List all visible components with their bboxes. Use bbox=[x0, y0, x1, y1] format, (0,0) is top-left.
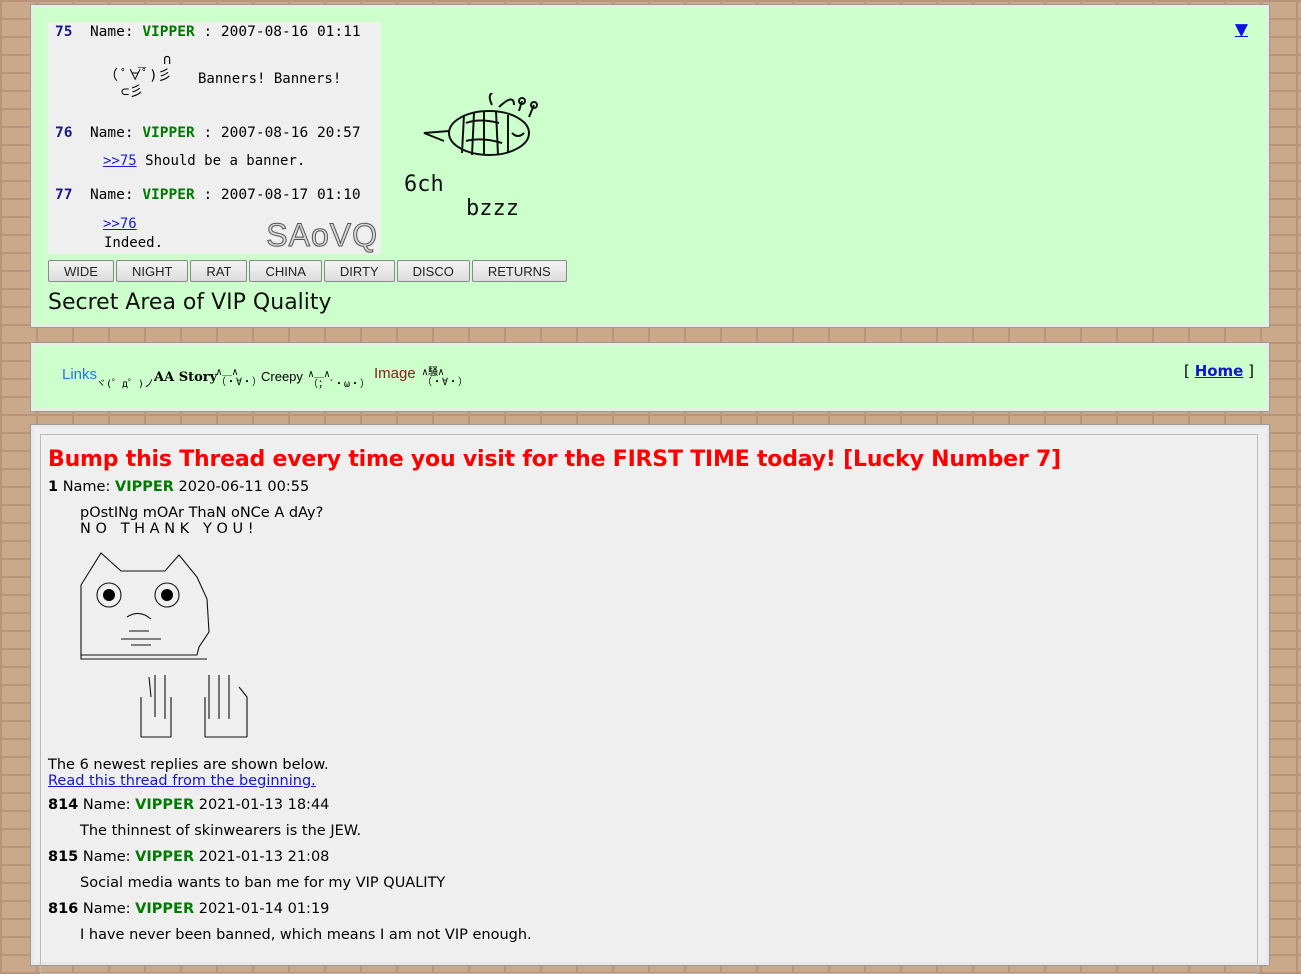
banner-excerpt: 75 Name: VIPPER : 2007-08-16 01:11 _ ∩ （… bbox=[48, 22, 381, 254]
post-body: I have never been banned, which means I … bbox=[80, 927, 532, 943]
style-rat-button[interactable]: RAT bbox=[190, 260, 248, 282]
nav-image-link[interactable]: Image bbox=[374, 365, 416, 382]
board-nav-panel: Links ヾ(゜д゜)ノﾞ AA Story ∧＿∧ （・∀・） Creepy… bbox=[30, 342, 1270, 412]
style-dirty-button[interactable]: DIRTY bbox=[323, 260, 395, 282]
site-title: Secret Area of VIP Quality bbox=[48, 290, 332, 315]
op-text: pOstINg mOAr ThaN oNCe A dAy? N O T H A … bbox=[80, 505, 324, 537]
quote-link[interactable]: >>76 bbox=[103, 216, 137, 232]
nav-aa-story-aa: ∧＿∧ （・∀・） bbox=[216, 367, 263, 388]
saovq-logo: SAoVQ bbox=[266, 217, 378, 254]
scroll-down-arrow-icon[interactable]: ▼ bbox=[1235, 20, 1248, 40]
nav-aa-story-link[interactable]: AA Story bbox=[154, 370, 217, 385]
style-wide-button[interactable]: WIDE bbox=[48, 260, 114, 282]
banner-post-header: 77 Name: VIPPER : 2007-08-17 01:10 bbox=[55, 187, 361, 203]
style-returns-button[interactable]: RETURNS bbox=[471, 260, 567, 282]
post-header: 816 Name: VIPPER 2021-01-14 01:19 bbox=[48, 901, 330, 917]
thread: Bump this Thread every time you visit fo… bbox=[40, 434, 1258, 974]
bee-caption-right: bzzz bbox=[466, 196, 519, 221]
banner-post-body: >>75 Should be a banner. bbox=[103, 153, 306, 169]
style-china-button[interactable]: CHINA bbox=[249, 260, 322, 282]
style-switcher: WIDE NIGHT RAT CHINA DIRTY DISCO RETURNS bbox=[48, 260, 569, 282]
thread-panel: Bump this Thread every time you visit fo… bbox=[30, 424, 1270, 974]
post-header: 814 Name: VIPPER 2021-01-13 18:44 bbox=[48, 797, 330, 813]
read-from-beginning-link[interactable]: Read this thread from the beginning. bbox=[48, 773, 316, 789]
banner-post-text: Indeed. bbox=[104, 235, 164, 251]
home-link[interactable]: Home bbox=[1195, 362, 1244, 380]
banner-post-text: Banners! Banners! bbox=[198, 71, 342, 87]
nav-creepy-link[interactable]: Creepy bbox=[261, 369, 303, 384]
style-night-button[interactable]: NIGHT bbox=[115, 260, 189, 282]
bee-drawing: 6ch bzzz bbox=[404, 93, 538, 221]
quote-link[interactable]: >>75 bbox=[103, 153, 137, 169]
nav-links-link[interactable]: Links bbox=[62, 366, 97, 383]
ascii-art-smiley: _ ∩ （ ﾟ∀ﾟ)彡 ⊂彡 bbox=[104, 52, 172, 100]
home-link-group: [ Home ] bbox=[1184, 362, 1254, 380]
thread-title[interactable]: Bump this Thread every time you visit fo… bbox=[48, 447, 1061, 472]
nav-links-aa: ヾ(゜д゜)ノﾞ bbox=[96, 379, 160, 390]
post-body: Social media wants to ban me for my VIP … bbox=[80, 875, 446, 891]
ascii-art-cat bbox=[80, 552, 248, 738]
banner-post-header: 76 Name: VIPPER : 2007-08-16 20:57 bbox=[55, 125, 361, 141]
post-header: 1 Name: VIPPER 2020-06-11 00:55 bbox=[48, 479, 310, 495]
post-body: The thinnest of skinwearers is the JEW. bbox=[80, 823, 362, 839]
banner-panel: ▼ 75 Name: VIPPER : 2007-08-16 01:11 _ ∩… bbox=[30, 4, 1270, 328]
style-disco-button[interactable]: DISCO bbox=[396, 260, 470, 282]
banner-post-header: 75 Name: VIPPER : 2007-08-16 01:11 bbox=[55, 24, 361, 40]
post-header: 815 Name: VIPPER 2021-01-13 21:08 bbox=[48, 849, 330, 865]
nav-creepy-aa: ∧＿∧ （；´・ω・） bbox=[308, 369, 371, 390]
nav-image-aa: ∧騒∧ （・∀・） bbox=[422, 367, 469, 388]
replies-note: The 6 newest replies are shown below. bbox=[48, 757, 329, 773]
bee-caption-left: 6ch bbox=[404, 172, 444, 197]
